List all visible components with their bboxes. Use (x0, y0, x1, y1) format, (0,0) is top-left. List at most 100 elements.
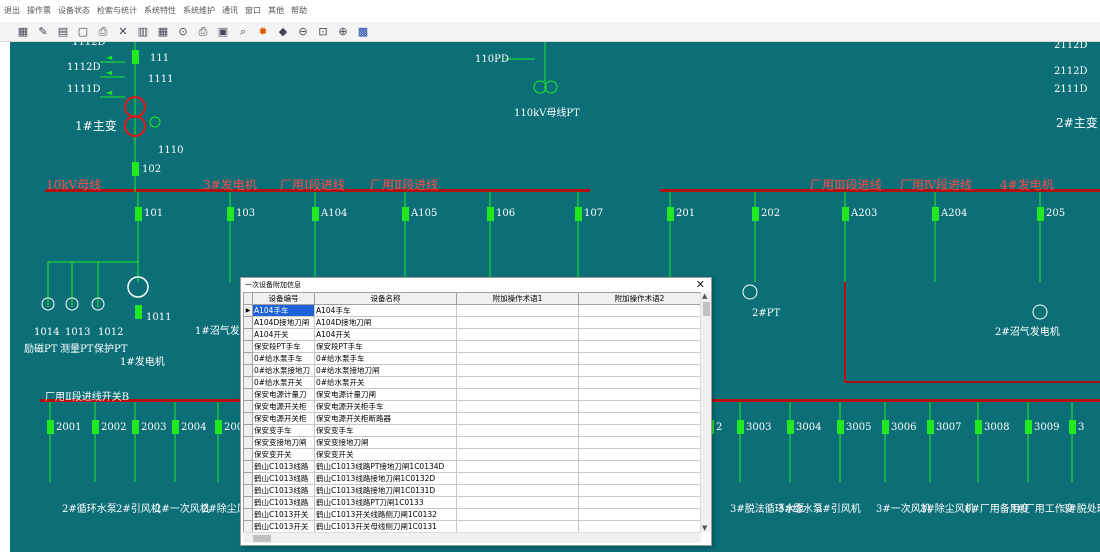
column-header-0[interactable]: 设备编号 (252, 292, 315, 305)
menu-item-6[interactable]: 通讯 (222, 5, 238, 16)
row-indicator[interactable] (243, 460, 253, 473)
row-indicator[interactable] (243, 448, 253, 461)
table-cell[interactable] (456, 376, 579, 389)
menu-item-5[interactable]: 系统维护 (183, 5, 215, 16)
table-cell[interactable]: 鹤山C1013线路PT接地刀闸1C0134D (314, 460, 457, 473)
table-cell[interactable] (578, 340, 701, 353)
table-cell[interactable]: A104D接地刀闸 (252, 316, 315, 329)
chart-icon[interactable]: ✎ (36, 25, 50, 39)
table-cell[interactable] (456, 328, 579, 341)
table-cell[interactable] (578, 304, 701, 317)
row-indicator[interactable] (243, 472, 253, 485)
table-cell[interactable]: 鹤山C1013线路接地刀闸1C0131D (314, 484, 457, 497)
table-cell[interactable]: A104手车 (252, 304, 315, 317)
table-cell[interactable]: 保安电源开关柜手车 (314, 400, 457, 413)
table-row[interactable]: 保安变手车 保安变手车 (243, 424, 701, 437)
table-cell[interactable]: 鹤山C1013线路 (252, 472, 315, 485)
scroll-thumb[interactable] (703, 302, 710, 316)
table-row[interactable]: 鹤山C1013线路 鹤山C1013线路接地刀闸1C0131D (243, 484, 701, 497)
row-indicator[interactable] (243, 376, 253, 389)
table-cell[interactable] (456, 424, 579, 437)
row-indicator[interactable] (243, 340, 253, 353)
row-indicator[interactable] (243, 484, 253, 497)
table-cell[interactable]: 鹤山C1013线路 (252, 484, 315, 497)
diamond-icon[interactable]: ◆ (276, 25, 290, 39)
table-cell[interactable]: 鹤山C1013开关线路侧刀闸1C0132 (314, 508, 457, 521)
table-cell[interactable] (578, 508, 701, 521)
table-cell[interactable] (578, 316, 701, 329)
column-header-3[interactable]: 附加操作术语2 (578, 292, 701, 305)
zoom-out-icon[interactable]: ⊖ (296, 25, 310, 39)
copy-icon[interactable]: ⊙ (176, 25, 190, 39)
table-cell[interactable] (578, 364, 701, 377)
table-cell[interactable]: 鹤山C1013线路 (252, 496, 315, 509)
table-cell[interactable] (578, 376, 701, 389)
row-indicator[interactable] (243, 352, 253, 365)
table-cell[interactable]: A104开关 (252, 328, 315, 341)
export-icon[interactable]: ▣ (216, 25, 230, 39)
table-row[interactable]: 保安变开关 保安变开关 (243, 448, 701, 461)
table-row[interactable]: 0#给水泵接地刀 0#给水泵接地刀闸 (243, 364, 701, 377)
row-indicator[interactable] (243, 520, 253, 532)
table-cell[interactable]: 保安变接地刀闸 (252, 436, 315, 449)
table-cell[interactable] (456, 496, 579, 509)
table-cell[interactable] (578, 448, 701, 461)
menu-item-4[interactable]: 系统特性 (144, 5, 176, 16)
table-cell[interactable] (456, 460, 579, 473)
row-indicator[interactable] (243, 412, 253, 425)
table-cell[interactable]: 0#给水泵接地刀 (252, 364, 315, 377)
table-icon[interactable]: ▦ (156, 25, 170, 39)
printer-icon[interactable]: ⎙ (196, 25, 210, 39)
table-cell[interactable] (456, 484, 579, 497)
table-cell[interactable] (578, 388, 701, 401)
column-header-1[interactable]: 设备名称 (314, 292, 457, 305)
table-cell[interactable]: 鹤山C1013线路 (252, 460, 315, 473)
table-cell[interactable]: 鹤山C1013开关 (252, 508, 315, 521)
layers-icon[interactable]: ▤ (56, 25, 70, 39)
menu-item-9[interactable]: 帮助 (291, 5, 307, 16)
table-cell[interactable] (578, 352, 701, 365)
table-row[interactable]: 保安变接地刀闸 保安变接地刀闸 (243, 436, 701, 449)
row-indicator[interactable] (243, 388, 253, 401)
print-icon[interactable]: ⎙ (96, 25, 110, 39)
delete-icon[interactable]: ✕ (116, 25, 130, 39)
table-cell[interactable]: 鹤山C1013开关母线侧刀闸1C0131 (314, 520, 457, 532)
menu-item-7[interactable]: 窗口 (245, 5, 261, 16)
table-cell[interactable] (456, 448, 579, 461)
table-cell[interactable]: A104手车 (314, 304, 457, 317)
table-cell[interactable]: 保安变开关 (252, 448, 315, 461)
column-header-2[interactable]: 附加操作术语1 (456, 292, 579, 305)
table-cell[interactable]: 保安段PT手车 (314, 340, 457, 353)
new-file-icon[interactable]: ▢ (76, 25, 90, 39)
table-cell[interactable]: 鹤山C1013开关 (252, 520, 315, 532)
table-row[interactable]: 0#给水泵开关 0#给水泵开关 (243, 376, 701, 389)
scroll-up-icon[interactable]: ▲ (702, 292, 707, 300)
table-cell[interactable] (456, 520, 579, 532)
vertical-scrollbar[interactable]: ▲ ▼ (700, 292, 711, 532)
table-cell[interactable] (578, 436, 701, 449)
map-icon[interactable]: ▩ (356, 25, 370, 39)
table-cell[interactable]: 保安变接地刀闸 (314, 436, 457, 449)
menu-item-0[interactable]: 退出 (4, 5, 20, 16)
zoom-icon[interactable]: ⊕ (336, 25, 350, 39)
table-row[interactable]: 0#给水泵手车 0#给水泵手车 (243, 352, 701, 365)
table-cell[interactable]: 0#给水泵开关 (314, 376, 457, 389)
grid-icon[interactable]: ▦ (16, 25, 30, 39)
table-cell[interactable] (456, 340, 579, 353)
table-cell[interactable]: 保安电源开关柜 (252, 400, 315, 413)
table-row[interactable]: ▶ A104手车 A104手车 (243, 304, 701, 317)
scroll-down-icon[interactable]: ▼ (702, 524, 707, 532)
row-indicator[interactable] (243, 328, 253, 341)
row-indicator[interactable] (243, 436, 253, 449)
table-cell[interactable]: 0#给水泵手车 (314, 352, 457, 365)
close-icon[interactable]: ✕ (696, 278, 705, 291)
menu-item-2[interactable]: 设备状态 (58, 5, 90, 16)
table-cell[interactable] (578, 472, 701, 485)
table-row[interactable]: 鹤山C1013线路 鹤山C1013线路PT接地刀闸1C0134D (243, 460, 701, 473)
table-cell[interactable] (456, 316, 579, 329)
horizontal-scrollbar[interactable] (243, 532, 701, 543)
table-cell[interactable] (578, 496, 701, 509)
row-indicator[interactable]: ▶ (243, 304, 253, 317)
table-cell[interactable] (456, 472, 579, 485)
table-row[interactable]: 鹤山C1013开关 鹤山C1013开关母线侧刀闸1C0131 (243, 520, 701, 532)
